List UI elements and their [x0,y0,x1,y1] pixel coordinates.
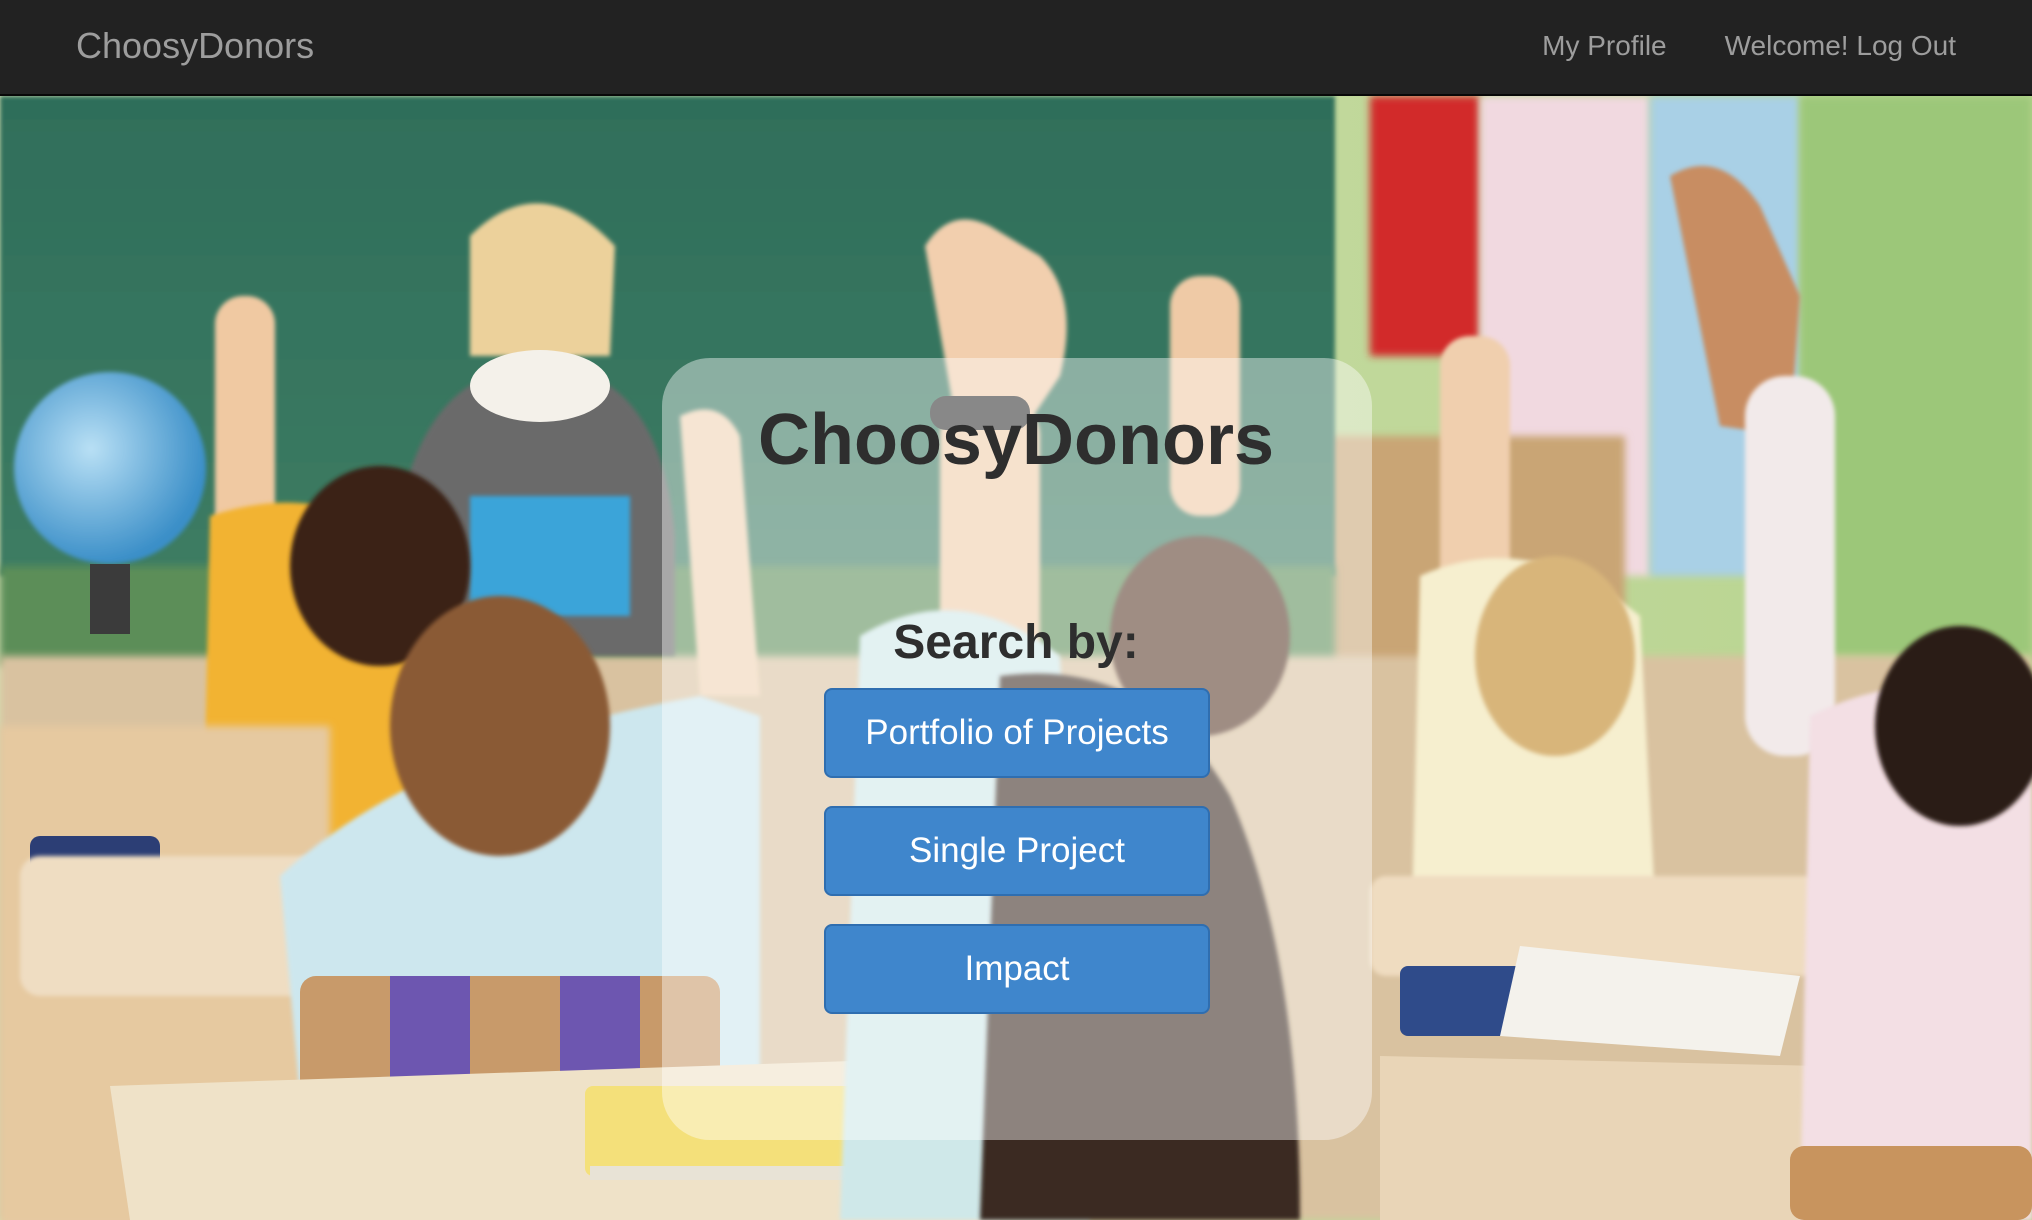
brand-link[interactable]: ChoosyDonors [76,24,314,68]
my-profile-link[interactable]: My Profile [1542,26,1666,66]
portfolio-of-projects-button[interactable]: Portfolio of Projects [824,688,1210,778]
top-navbar: ChoosyDonors My Profile Welcome! Log Out [0,0,2032,96]
hero-title: ChoosyDonors [757,400,1275,480]
nav-links: My Profile Welcome! Log Out [1542,26,1956,66]
single-project-button[interactable]: Single Project [824,806,1210,896]
impact-button[interactable]: Impact [824,924,1210,1014]
logout-link[interactable]: Welcome! Log Out [1725,26,1956,66]
search-by-heading: Search by: [893,616,1139,669]
